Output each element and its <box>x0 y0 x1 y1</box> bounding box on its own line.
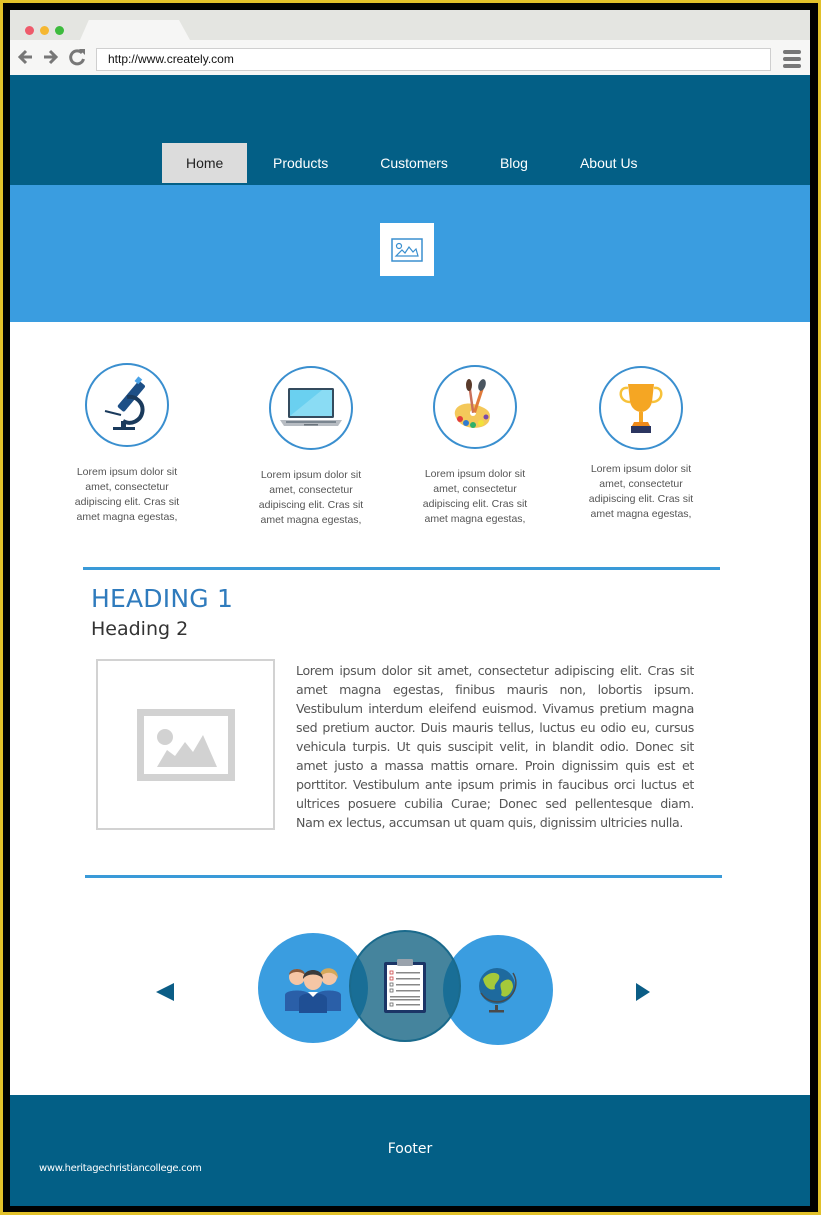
nav-item-blog[interactable]: Blog <box>474 143 554 183</box>
laptop-icon <box>280 388 342 426</box>
feature-item: Lorem ipsum dolor sit amet, consectetur … <box>581 366 701 522</box>
feature-text: Lorem ipsum dolor sit amet, consectetur … <box>422 468 528 525</box>
maximize-window-dot[interactable] <box>55 26 64 35</box>
back-arrow-icon[interactable] <box>17 46 34 72</box>
globe-icon <box>479 968 517 1013</box>
forward-arrow-icon[interactable] <box>42 46 59 72</box>
nav-item-products[interactable]: Products <box>247 143 354 183</box>
hero-image <box>380 223 434 276</box>
feature-text: Lorem ipsum dolor sit amet, consectetur … <box>588 463 694 520</box>
image-placeholder-icon <box>391 237 423 262</box>
nav-item-customers[interactable]: Customers <box>354 143 474 183</box>
divider <box>83 567 720 570</box>
clipboard-checklist-icon <box>384 959 426 1013</box>
footer-url[interactable]: www.heritagechristiancollege.com <box>39 1163 202 1174</box>
browser-toolbar: http://www.creately.com <box>10 40 810 75</box>
site-footer: Footer www.heritagechristiancollege.com <box>10 1095 810 1206</box>
feature-icon-circle <box>599 366 683 450</box>
reload-icon[interactable] <box>68 46 86 72</box>
feature-icon-circle <box>433 365 517 449</box>
people-group-icon <box>285 968 341 1013</box>
hamburger-menu-icon[interactable] <box>783 50 801 71</box>
site-header: Home Products Customers Blog About Us <box>10 75 810 185</box>
trophy-icon <box>619 384 663 433</box>
tab-bar <box>10 10 810 40</box>
carousel-prev-button[interactable] <box>156 983 174 1001</box>
divider <box>85 875 722 878</box>
feature-item: Lorem ipsum dolor sit amet, consectetur … <box>415 365 535 527</box>
minimize-window-dot[interactable] <box>40 26 49 35</box>
nav-item-about-us[interactable]: About Us <box>554 143 664 183</box>
feature-icon-circle <box>269 366 353 450</box>
microscope-icon <box>104 376 145 430</box>
feature-text: Lorem ipsum dolor sit amet, consectetur … <box>258 469 364 526</box>
hero-banner <box>10 185 810 322</box>
address-bar[interactable]: http://www.creately.com <box>96 48 771 71</box>
main-nav: Home Products Customers Blog About Us <box>162 143 664 183</box>
browser-window: http://www.creately.com Home Products Cu… <box>10 10 810 1206</box>
feature-item: Lorem ipsum dolor sit amet, consectetur … <box>251 366 371 528</box>
feature-text: Lorem ipsum dolor sit amet, consectetur … <box>74 466 180 523</box>
content-paragraph: Lorem ipsum dolor sit amet, consectetur … <box>296 663 694 830</box>
footer-label: Footer <box>387 1141 433 1157</box>
feature-item: Lorem ipsum dolor sit amet, consectetur … <box>67 363 187 525</box>
image-placeholder-icon <box>136 708 235 781</box>
nav-item-home[interactable]: Home <box>162 143 247 183</box>
heading-2: Heading 2 <box>91 618 189 640</box>
browser-tab[interactable] <box>80 20 190 40</box>
carousel-next-button[interactable] <box>636 983 650 1001</box>
feature-icon-circle <box>85 363 169 447</box>
carousel-slide-active[interactable] <box>349 930 461 1042</box>
content-image <box>96 659 275 830</box>
close-window-dot[interactable] <box>25 26 34 35</box>
heading-1: HEADING 1 <box>91 584 234 613</box>
paint-palette-icon <box>454 379 491 428</box>
